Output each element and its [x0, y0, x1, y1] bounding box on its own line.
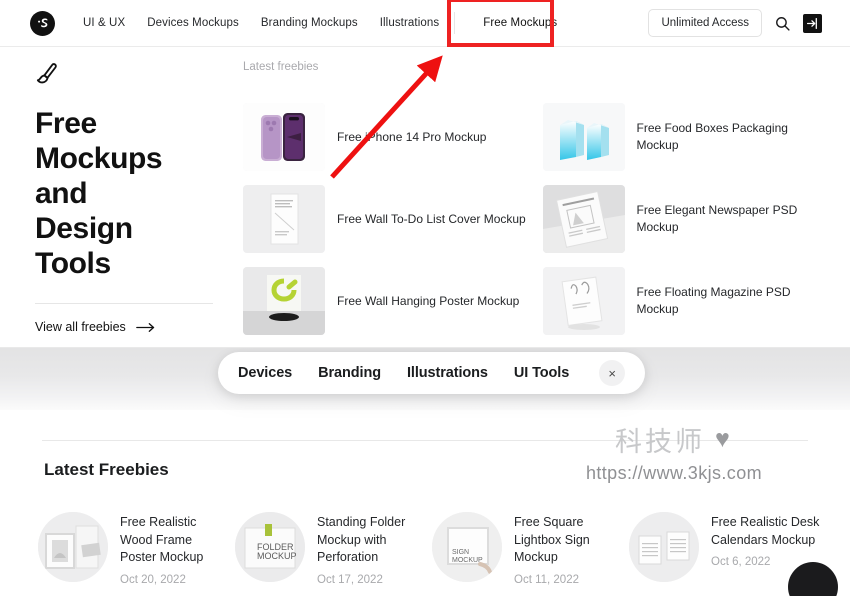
- list-item[interactable]: Free Wall To-Do List Cover Mockup: [243, 185, 533, 253]
- list-item[interactable]: Free Realistic Wood Frame Poster Mockup …: [38, 512, 229, 586]
- list-item[interactable]: FOLDER MOCKUP Standing Folder Mockup wit…: [235, 512, 426, 586]
- unlimited-access-button[interactable]: Unlimited Access: [648, 9, 762, 37]
- list-item-date: Oct 20, 2022: [120, 573, 186, 586]
- nav-item-ui-ux[interactable]: UI & UX: [72, 17, 136, 29]
- page-title: Free Mockups and Design Tools: [35, 107, 163, 280]
- heart-icon: ♥: [715, 425, 733, 453]
- svg-text:SIGN: SIGN: [452, 549, 469, 556]
- latest-freebies-grid: Free Realistic Wood Frame Poster Mockup …: [38, 512, 820, 586]
- filter-branding[interactable]: Branding: [318, 365, 381, 381]
- foodbox-thumb: [542, 103, 625, 171]
- nav-item-devices-mockups[interactable]: Devices Mockups: [136, 17, 250, 29]
- folder-thumb: FOLDER MOCKUP: [235, 512, 305, 582]
- search-icon[interactable]: [774, 15, 791, 32]
- site-logo[interactable]: [30, 10, 55, 36]
- filter-illustrations[interactable]: Illustrations: [407, 365, 488, 381]
- nav-divider: [454, 12, 456, 34]
- iphone-thumb: [243, 103, 325, 171]
- view-all-freebies-link[interactable]: View all freebies: [35, 320, 235, 334]
- list-item-title: Free iPhone 14 Pro Mockup: [337, 129, 487, 144]
- list-item-title: Free Realistic Desk Calendars Mockup: [711, 515, 820, 547]
- filter-devices[interactable]: Devices: [238, 365, 292, 381]
- list-item[interactable]: Free Food Boxes Packaging Mockup: [542, 103, 833, 171]
- watermark-brand: 科技师 ♥: [586, 420, 762, 459]
- arrow-right-icon: [135, 322, 154, 332]
- list-item-title: Free Realistic Wood Frame Poster Mockup: [120, 515, 204, 564]
- list-item[interactable]: Free Elegant Newspaper PSD Mockup: [542, 185, 833, 253]
- list-item-text: Free Realistic Wood Frame Poster Mockup …: [120, 512, 229, 586]
- watermark-brand-text: 科技师: [615, 427, 706, 457]
- list-item-title: Free Food Boxes Packaging Mockup: [636, 121, 788, 152]
- list-item-date: Oct 11, 2022: [514, 573, 579, 586]
- list-item-text: Standing Folder Mockup with Perforation …: [317, 512, 426, 586]
- list-item[interactable]: Free Wall Hanging Poster Mockup: [243, 267, 533, 335]
- list-item-title: Free Wall Hanging Poster Mockup: [337, 293, 520, 308]
- close-icon[interactable]: ×: [599, 360, 626, 386]
- list-item[interactable]: Free iPhone 14 Pro Mockup: [243, 103, 533, 171]
- top-navigation-bar: UI & UX Devices Mockups Branding Mockups…: [0, 0, 850, 47]
- category-filter-bar: Devices Branding Illustrations UI Tools …: [218, 352, 646, 394]
- hero-divider: [35, 303, 213, 304]
- todolist-thumb: [243, 185, 325, 253]
- nav-item-free-mockups[interactable]: Free Mockups: [459, 17, 581, 29]
- newspaper-thumb: [542, 185, 625, 253]
- view-all-freebies-label: View all freebies: [35, 320, 126, 334]
- latest-freebies-label: Latest freebies: [243, 61, 319, 73]
- calendar-thumb: [629, 512, 699, 582]
- filter-ui-tools[interactable]: UI Tools: [514, 365, 569, 381]
- list-item[interactable]: Free Floating Magazine PSD Mockup: [542, 267, 833, 335]
- login-icon[interactable]: [803, 13, 822, 33]
- dropdown-latest-freebies: Latest freebies Free iPhone 14 Pro Mocku…: [243, 61, 832, 335]
- page-root: UI & UX Devices Mockups Branding Mockups…: [0, 0, 850, 596]
- list-item-title: Standing Folder Mockup with Perforation: [317, 515, 406, 564]
- nav-right-controls: Unlimited Access: [648, 9, 822, 37]
- list-item-text: Free Realistic Desk Calendars Mockup Oct…: [711, 512, 820, 568]
- list-item-title: Free Square Lightbox Sign Mockup: [514, 515, 590, 564]
- svg-text:MOCKUP: MOCKUP: [257, 551, 297, 561]
- nav-links: UI & UX Devices Mockups Branding Mockups…: [72, 12, 581, 34]
- list-item-title: Free Floating Magazine PSD Mockup: [636, 285, 791, 316]
- lightbox-thumb: SIGN MOCKUP: [432, 512, 502, 582]
- paintbrush-icon: [35, 61, 235, 92]
- list-item-text: Free Square Lightbox Sign Mockup Oct 11,…: [514, 512, 623, 586]
- nav-item-illustrations[interactable]: Illustrations: [369, 17, 450, 29]
- freebies-grid: Free iPhone 14 Pro Mockup Free Food Boxe…: [243, 103, 832, 335]
- woodframe-thumb: [38, 512, 108, 582]
- list-item-title: Free Elegant Newspaper PSD Mockup: [636, 203, 798, 234]
- poster-thumb: [243, 267, 325, 335]
- magazine-thumb: [542, 267, 625, 335]
- nav-item-branding-mockups[interactable]: Branding Mockups: [250, 17, 369, 29]
- list-item[interactable]: SIGN MOCKUP Free Square Lightbox Sign Mo…: [432, 512, 623, 586]
- watermark: 科技师 ♥ https://www.3kjs.com: [586, 420, 762, 484]
- dropdown-hero: Free Mockups and Design Tools View all f…: [35, 61, 235, 334]
- free-mockups-dropdown-panel: Free Mockups and Design Tools View all f…: [0, 47, 850, 348]
- watermark-url: https://www.3kjs.com: [585, 463, 762, 483]
- list-item-date: Oct 17, 2022: [317, 573, 383, 586]
- list-item-title: Free Wall To-Do List Cover Mockup: [337, 211, 526, 226]
